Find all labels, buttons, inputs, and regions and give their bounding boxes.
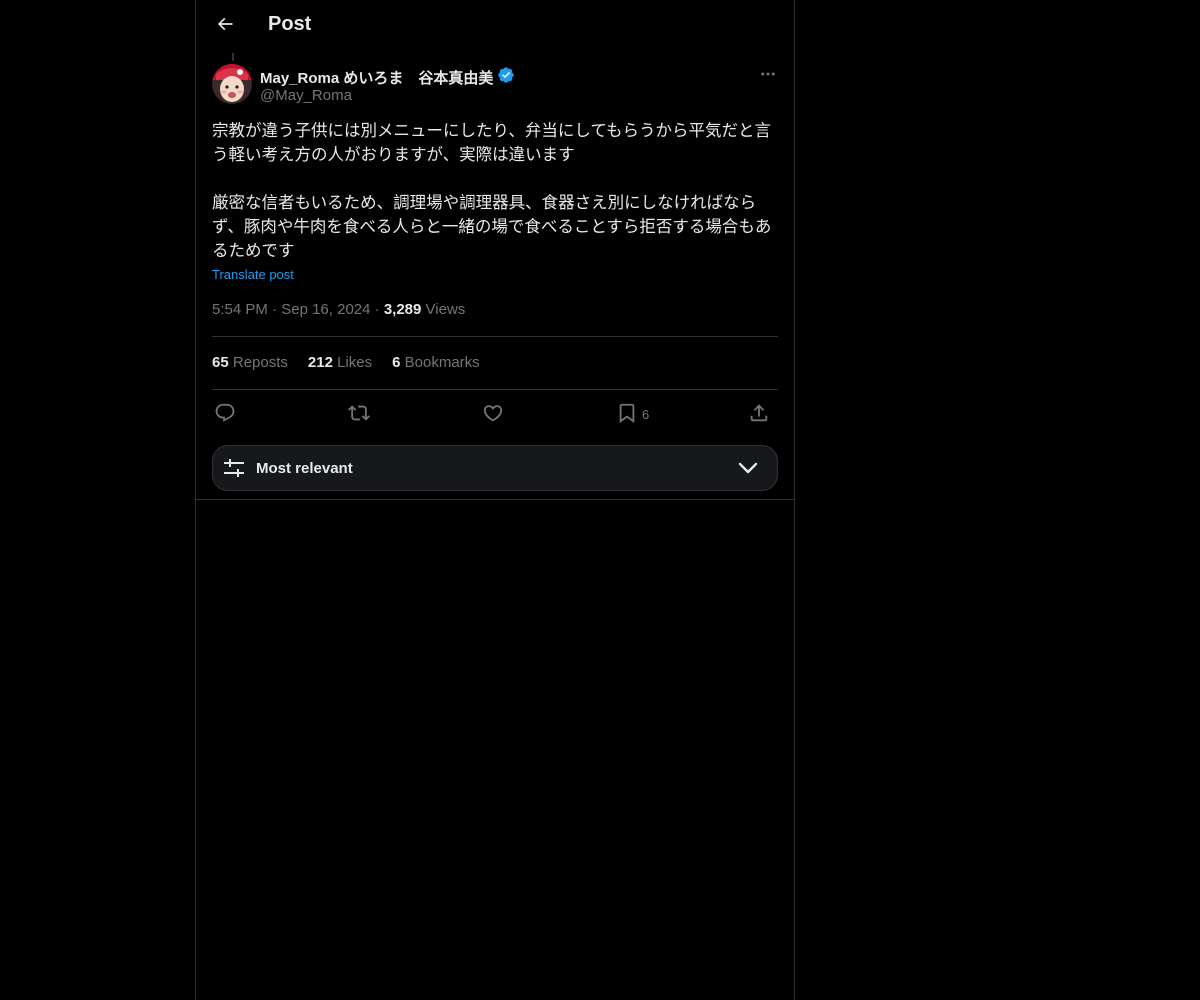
bookmark-button[interactable]: 6: [616, 400, 649, 428]
bookmarks-count: 6: [392, 354, 401, 371]
sort-label: Most relevant: [256, 460, 353, 477]
bookmarks-label: Bookmarks: [404, 354, 480, 371]
reply-button[interactable]: [214, 400, 236, 428]
thread-line: [232, 53, 234, 61]
author-handle[interactable]: @May_Roma: [260, 87, 352, 104]
post-paragraph: 宗教が違う子供には別メニューにしたり、弁当にしてもらうから平気だと言う軽い考え方…: [212, 121, 772, 164]
bookmark-icon: [616, 402, 638, 427]
like-button[interactable]: [482, 400, 504, 428]
chevron-down-icon: [737, 458, 759, 483]
more-button[interactable]: [756, 64, 780, 88]
repost-icon: [348, 402, 370, 427]
meta-separator: ·: [272, 301, 278, 318]
divider: [196, 499, 794, 500]
post-meta: 5:54 PM · Sep 16, 2024 · 3,289 Views: [212, 301, 465, 318]
post-paragraph: 厳密な信者もいるため、調理場や調理器具、食器さえ別にしなければならず、豚肉や牛肉…: [212, 193, 772, 260]
views-label: Views: [425, 301, 466, 318]
sliders-icon: [223, 458, 245, 483]
back-button[interactable]: [208, 9, 242, 43]
post-date[interactable]: Sep 16, 2024: [281, 301, 370, 318]
arrow-left-icon: [215, 14, 235, 39]
author-name-link[interactable]: May_Roma めいろま 谷本真由美: [260, 66, 515, 88]
divider: [212, 389, 778, 390]
likes-label: Likes: [337, 354, 373, 371]
reply-icon: [214, 402, 236, 427]
likes-count: 212: [307, 354, 333, 371]
more-horizontal-icon: [759, 65, 777, 88]
post-text: 宗教が違う子供には別メニューにしたり、弁当にしてもらうから平気だと言う軽い考え方…: [212, 119, 778, 263]
author-display-name: May_Roma めいろま 谷本真由美: [260, 69, 494, 87]
post-stats: 65 Reposts 212 Likes 6 Bookmarks: [212, 354, 480, 371]
heart-icon: [482, 402, 504, 427]
verified-badge-icon: [497, 66, 515, 88]
bookmarks-stat[interactable]: 6 Bookmarks: [392, 354, 480, 371]
reposts-count: 65: [212, 354, 229, 371]
divider: [212, 336, 778, 337]
page-title: Post: [268, 13, 312, 35]
post-time[interactable]: 5:54 PM: [212, 301, 268, 318]
post-column: Post May_Roma めいろま 谷本真由美 @May_Roma 宗教が違う…: [195, 0, 795, 1000]
action-bar: 6: [212, 400, 778, 428]
sort-replies-dropdown[interactable]: Most relevant: [212, 445, 778, 491]
share-button[interactable]: [748, 400, 770, 428]
views-count: 3,289: [383, 301, 422, 318]
reposts-label: Reposts: [232, 354, 288, 371]
share-icon: [748, 402, 770, 427]
translate-post-link[interactable]: Translate post: [212, 267, 294, 282]
repost-button[interactable]: [348, 400, 370, 428]
reposts-stat[interactable]: 65 Reposts: [212, 354, 288, 371]
likes-stat[interactable]: 212 Likes: [308, 354, 372, 371]
bookmark-count: 6: [642, 406, 650, 422]
header: Post: [196, 0, 794, 53]
meta-separator: ·: [374, 301, 380, 318]
avatar[interactable]: [212, 64, 252, 104]
